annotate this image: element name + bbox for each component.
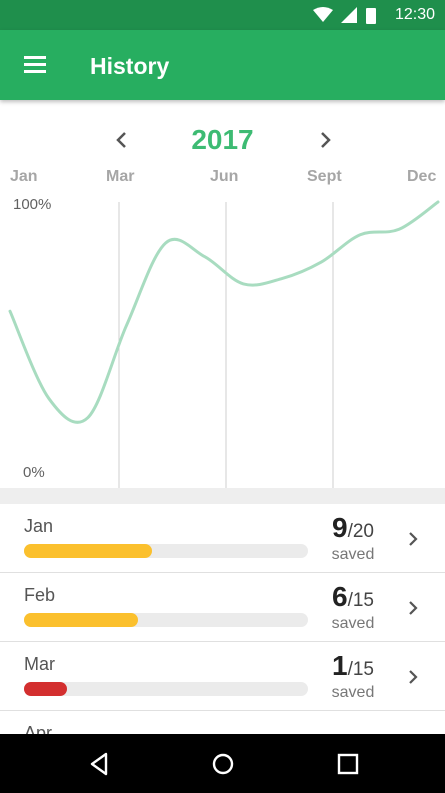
month-name: Feb [24, 585, 56, 605]
chevron-right-icon[interactable] [313, 128, 337, 152]
month-name: Jan [24, 516, 54, 536]
saved-number: 6 [332, 581, 348, 612]
chevron-right-icon [409, 601, 418, 615]
progress-fill [24, 682, 67, 696]
list-item-jan[interactable]: Jan 9/20 saved [0, 504, 445, 573]
chevron-right-icon [409, 532, 418, 546]
progress-fill [24, 613, 138, 627]
goal-number: /15 [347, 590, 374, 611]
month-tick-label: Jan [10, 168, 38, 185]
saved-count: 6/15 [323, 581, 383, 613]
progress-track [24, 613, 308, 627]
goal-number: /20 [347, 521, 374, 542]
status-icons [313, 7, 376, 24]
cellular-signal-icon [341, 7, 357, 23]
chart-plot [8, 200, 440, 488]
back-icon[interactable] [86, 750, 114, 778]
list-item-mar[interactable]: Mar 1/15 saved [0, 642, 445, 711]
saved-number: 1 [332, 650, 348, 681]
status-time: 12:30 [394, 6, 435, 23]
progress-track [24, 682, 308, 696]
progress-fill [24, 544, 152, 558]
saved-number: 9 [332, 512, 348, 543]
month-name: Mar [24, 654, 55, 674]
month-tick-label: Sept [307, 168, 342, 185]
month-tick-label: Mar [106, 168, 135, 185]
battery-icon [366, 8, 376, 24]
month-tick-label: Dec [407, 168, 437, 185]
system-nav-bar [0, 734, 445, 793]
year-label: 2017 [191, 124, 254, 155]
app-bar: History [0, 30, 445, 100]
page-title: History [90, 53, 170, 79]
wifi-icon [313, 7, 333, 22]
saved-label: saved [331, 615, 375, 632]
progress-track [24, 544, 308, 558]
y-min-label: 0% [23, 464, 45, 481]
savings-chart: 100% 0% [0, 190, 445, 488]
saved-label: saved [331, 684, 375, 701]
month-axis: Jan Mar Jun Sept Dec [0, 168, 445, 190]
section-divider [0, 488, 445, 504]
list-item-feb[interactable]: Feb 6/15 saved [0, 573, 445, 642]
saved-count: 1/15 [323, 650, 383, 682]
savings-line [8, 200, 440, 424]
month-tick-label: Jun [210, 168, 239, 185]
recents-icon[interactable] [334, 750, 362, 778]
saved-count: 9/20 [323, 512, 383, 544]
home-icon[interactable] [209, 750, 237, 778]
chevron-right-icon [409, 670, 418, 684]
menu-icon[interactable] [18, 52, 52, 78]
status-bar: 12:30 [0, 0, 445, 30]
y-max-label: 100% [13, 196, 52, 213]
saved-label: saved [331, 546, 375, 563]
goal-number: /15 [347, 659, 374, 680]
year-navigator: 2017 [0, 118, 445, 162]
